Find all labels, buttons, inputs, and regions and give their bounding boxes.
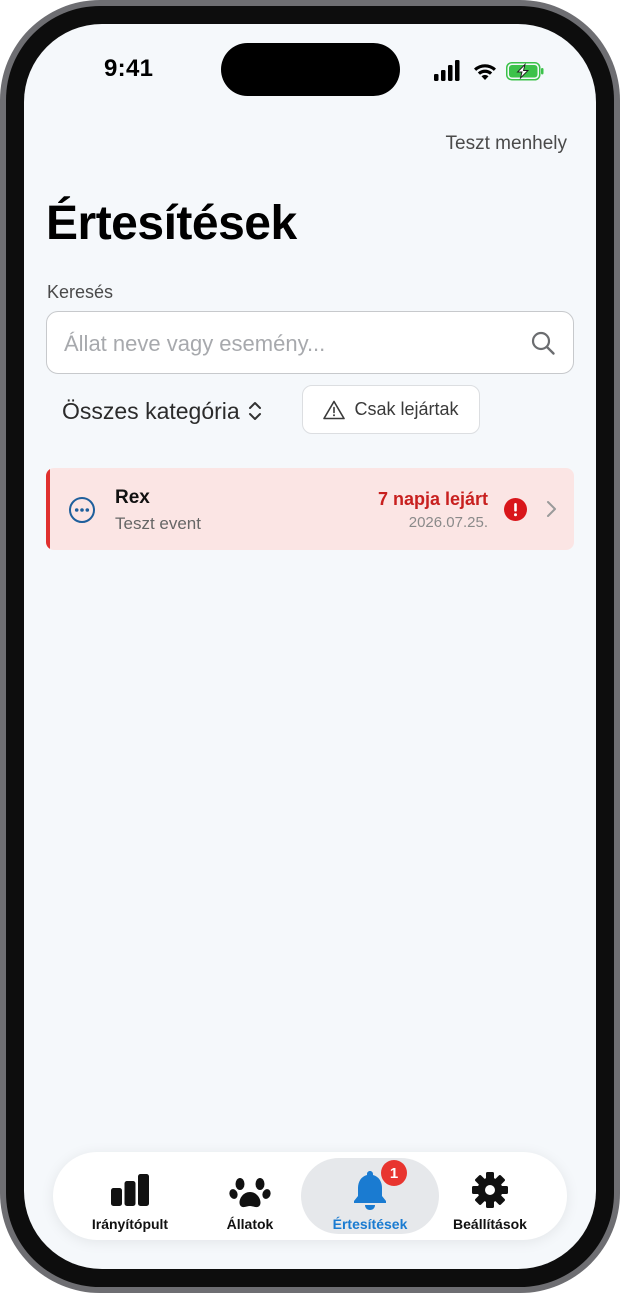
list-item[interactable]: Rex Teszt event 7 napja lejárt 2026.07.2…: [46, 468, 574, 550]
app-screen: 9:41 Teszt menhely Értesítések Keresés Á…: [24, 24, 596, 1269]
shelter-name[interactable]: Teszt menhely: [446, 133, 567, 155]
tab-label: Állatok: [226, 1216, 274, 1232]
notification-animal-name: Rex: [115, 487, 150, 508]
notification-date: 2026.07.25.: [408, 514, 488, 531]
notification-status: 7 napja lejárt: [377, 489, 488, 509]
tab-bar: Irányítópult Állatok Értesítések 1 Beáll…: [53, 1152, 567, 1240]
search-label: Keresés: [47, 282, 114, 302]
status-time: 9:41: [104, 55, 154, 82]
expired-only-toggle[interactable]: Csak lejártak: [302, 385, 480, 434]
cellular-signal-icon: [434, 60, 460, 81]
category-select[interactable]: Összes kategória: [62, 396, 262, 426]
battery-charging-icon: [506, 62, 544, 81]
wifi-icon: [474, 64, 496, 80]
chart-bars-icon: [111, 1174, 149, 1206]
search-icon: [531, 331, 555, 355]
page-title: Értesítések: [46, 197, 297, 250]
tab-label: Értesítések: [332, 1216, 408, 1232]
tab-settings[interactable]: Beállítások: [421, 1158, 559, 1234]
tab-notifications[interactable]: Értesítések 1: [301, 1158, 439, 1234]
chevron-right-icon: [547, 501, 556, 517]
notification-event: Teszt event: [115, 514, 201, 533]
paw-icon: [229, 1176, 271, 1208]
search-input[interactable]: Állat neve vagy esemény...: [46, 311, 574, 374]
notification-count-badge: 1: [381, 1160, 407, 1186]
tab-dashboard[interactable]: Irányítópult: [61, 1158, 199, 1234]
tab-label: Irányítópult: [91, 1216, 169, 1232]
chevron-updown-icon: [248, 402, 261, 420]
gear-icon: [472, 1172, 508, 1208]
dynamic-island: [221, 43, 400, 96]
alert-icon: [504, 498, 527, 521]
expired-only-label: Csak lejártak: [354, 399, 459, 419]
status-icons: [434, 60, 544, 81]
tab-animals[interactable]: Állatok: [181, 1158, 319, 1234]
warning-icon: [323, 400, 346, 419]
search-placeholder: Állat neve vagy esemény...: [64, 331, 326, 356]
tab-label: Beállítások: [453, 1216, 527, 1232]
category-select-value: Összes kategória: [62, 397, 240, 424]
more-circle-icon: [69, 497, 95, 523]
status-accent-bar: [46, 468, 50, 550]
